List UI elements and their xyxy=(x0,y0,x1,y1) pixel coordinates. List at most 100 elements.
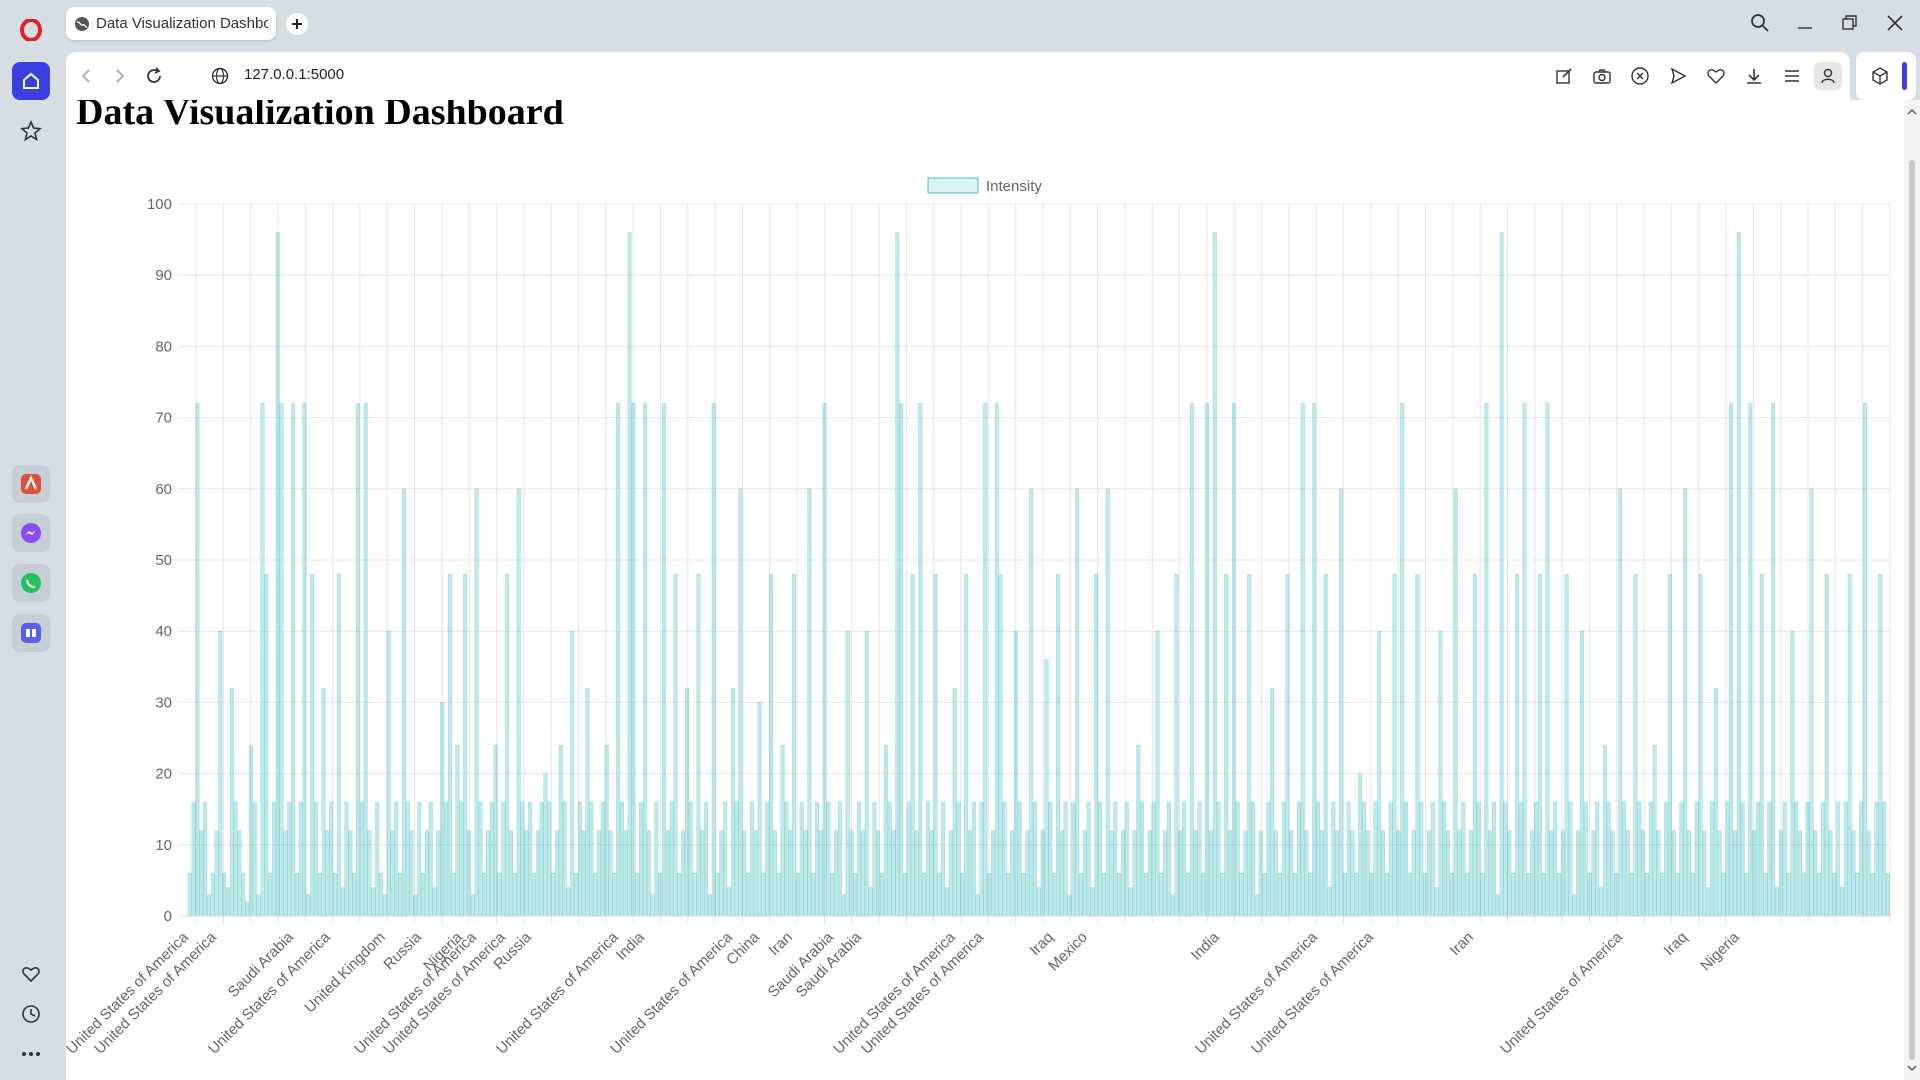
intensity-bar xyxy=(1392,574,1397,917)
scroll-down-arrow-icon[interactable] xyxy=(1907,1064,1917,1072)
snapshot-camera-icon[interactable] xyxy=(1592,66,1612,86)
more-options-icon[interactable] xyxy=(12,1035,50,1073)
site-info-globe-icon[interactable] xyxy=(210,66,230,86)
intensity-bar xyxy=(256,894,261,917)
legend-label[interactable]: Intensity xyxy=(986,178,1042,195)
y-tick-label: 90 xyxy=(155,267,172,284)
intensity-bar xyxy=(1033,801,1037,917)
intensity-bar xyxy=(1457,830,1462,917)
minimize-icon[interactable] xyxy=(1796,14,1814,32)
intensity-bar xyxy=(340,887,345,917)
profile-button[interactable] xyxy=(1814,62,1842,90)
forward-icon[interactable] xyxy=(110,66,130,86)
intensity-bar xyxy=(1702,830,1707,917)
intensity-bar xyxy=(1384,873,1389,917)
intensity-bar xyxy=(677,873,682,917)
intensity-bar xyxy=(1587,873,1592,917)
intensity-bar xyxy=(1155,631,1160,917)
extensions-cube-icon[interactable] xyxy=(1870,66,1890,86)
close-window-icon[interactable] xyxy=(1886,14,1904,32)
new-tab-button[interactable] xyxy=(286,13,308,35)
intensity-bar xyxy=(1128,887,1133,917)
intensity-bar xyxy=(1419,801,1424,917)
intensity-bar xyxy=(1048,801,1053,917)
player-app-icon[interactable] xyxy=(12,614,50,652)
scroll-up-arrow-icon[interactable] xyxy=(1907,108,1917,116)
heart-icon[interactable] xyxy=(12,955,50,993)
intensity-bar xyxy=(206,894,211,917)
intensity-bar xyxy=(1847,574,1852,917)
intensity-bar xyxy=(562,801,567,917)
intensity-bar xyxy=(868,887,873,917)
intensity-bar xyxy=(1427,830,1431,917)
intensity-bar xyxy=(1828,830,1833,917)
intensity-bar xyxy=(1832,873,1837,917)
favorites-heart-icon[interactable] xyxy=(1706,66,1726,86)
intensity-bar xyxy=(1071,801,1076,917)
intensity-bar xyxy=(233,801,238,917)
intensity-bar xyxy=(199,830,204,917)
intensity-bar xyxy=(948,830,953,917)
intensity-bar xyxy=(1453,488,1458,917)
intensity-bar xyxy=(344,801,349,917)
intensity-bar xyxy=(1040,830,1045,917)
intensity-bar xyxy=(1174,574,1179,917)
opera-menu-icon[interactable] xyxy=(12,11,50,49)
back-icon[interactable] xyxy=(76,66,96,86)
intensity-bar xyxy=(1312,403,1317,917)
y-tick-label: 50 xyxy=(155,552,172,569)
intensity-bar xyxy=(1228,830,1233,917)
intensity-bar xyxy=(478,801,483,917)
intensity-bar xyxy=(532,873,536,917)
intensity-bar xyxy=(707,894,712,917)
intensity-bar xyxy=(1029,488,1034,917)
intensity-bar xyxy=(1602,744,1607,917)
intensity-bar xyxy=(1331,801,1336,917)
edit-share-icon[interactable] xyxy=(1554,66,1574,86)
adblock-icon[interactable] xyxy=(1630,66,1650,86)
bookmarks-star-icon[interactable] xyxy=(12,112,50,150)
tab-dashboard[interactable]: Data Visualization Dashbo xyxy=(66,7,276,40)
restore-icon[interactable] xyxy=(1841,14,1859,32)
intensity-bar xyxy=(1740,801,1745,917)
intensity-bar xyxy=(1805,801,1810,917)
messenger-icon[interactable] xyxy=(12,514,50,552)
intensity-bar xyxy=(551,873,556,917)
intensity-bar xyxy=(428,801,433,917)
intensity-bar xyxy=(1010,830,1015,917)
y-tick-label: 10 xyxy=(155,837,172,854)
home-icon[interactable] xyxy=(12,62,50,100)
search-tabs-icon[interactable] xyxy=(1750,13,1770,33)
legend-swatch[interactable] xyxy=(927,177,979,194)
intensity-bar xyxy=(1411,830,1416,917)
x-tick-label: Iran xyxy=(766,929,796,959)
intensity-bar xyxy=(237,830,242,917)
intensity-bar xyxy=(914,830,919,917)
address-bar-url[interactable]: 127.0.0.1:5000 xyxy=(244,66,344,83)
tab-strip: Data Visualization Dashbo xyxy=(62,0,1920,50)
intensity-bar xyxy=(1557,873,1561,917)
intensity-bar xyxy=(210,873,215,917)
x-tick-label: Mexico xyxy=(1045,929,1091,975)
easy-setup-icon[interactable] xyxy=(1782,66,1802,86)
sidebar-toggle-indicator[interactable] xyxy=(1902,62,1907,90)
intensity-bar xyxy=(1801,873,1806,917)
intensity-bar xyxy=(1690,873,1695,917)
aria-ai-icon[interactable] xyxy=(12,465,50,503)
intensity-bar xyxy=(1786,873,1791,917)
send-flow-icon[interactable] xyxy=(1668,66,1688,86)
intensity-bar xyxy=(642,403,647,917)
page-scrollbar[interactable] xyxy=(1904,100,1920,1080)
intensity-bar xyxy=(1744,873,1749,917)
reload-icon[interactable] xyxy=(144,66,164,86)
intensity-bar xyxy=(903,873,907,917)
intensity-bar xyxy=(685,687,689,917)
intensity-bar xyxy=(1499,232,1504,917)
intensity-bar xyxy=(1469,830,1474,917)
intensity-bar xyxy=(818,830,823,917)
scrollbar-thumb[interactable] xyxy=(1909,160,1915,1060)
history-clock-icon[interactable] xyxy=(12,995,50,1033)
intensity-bar xyxy=(612,873,617,917)
whatsapp-icon[interactable] xyxy=(12,564,50,602)
download-icon[interactable] xyxy=(1744,66,1764,86)
